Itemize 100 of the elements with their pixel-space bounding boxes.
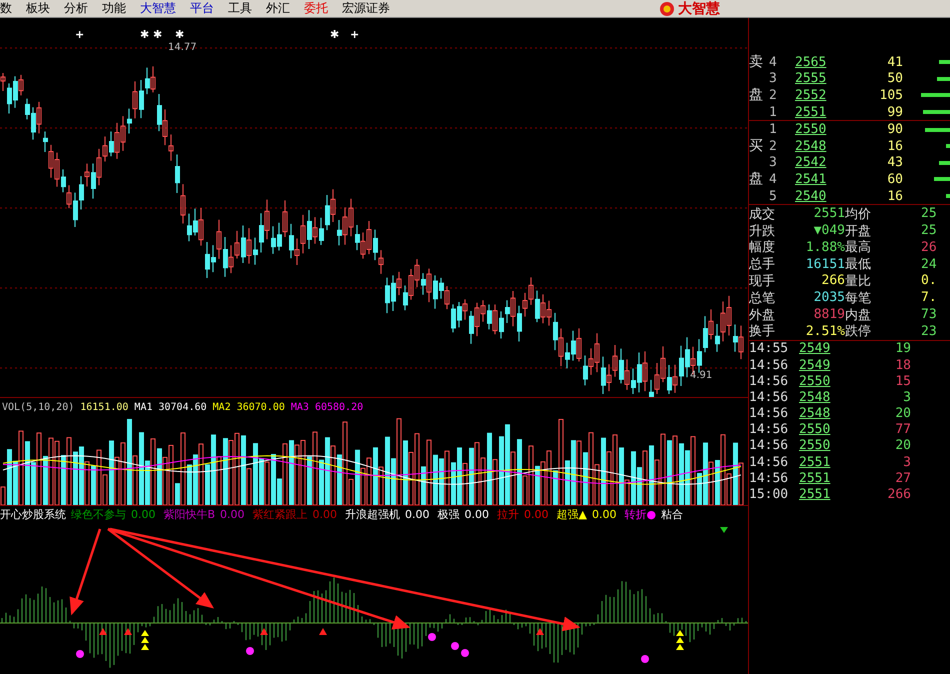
stat-label: 量比 [845, 272, 872, 290]
indicator-label: 超强▲ [556, 507, 588, 522]
level-number: 1 [769, 122, 778, 138]
ask-volume: 99 [886, 104, 903, 120]
menu-item[interactable]: 分析 [64, 0, 88, 17]
bid-price: 2542 [795, 155, 828, 170]
tick-time: 15:00 [749, 487, 790, 502]
tick-volume: 15 [894, 374, 911, 389]
signal-marker: ✱ [153, 28, 162, 41]
signal-marker: + [75, 28, 84, 41]
stat-label: 跌停 [845, 323, 872, 340]
stat-value: 16151 [804, 256, 845, 272]
indicator-value: 0.00 [312, 508, 338, 521]
stat-value: 26 [921, 240, 938, 255]
indicator-label: 转折● [624, 507, 656, 522]
tick-price: 2551 [799, 470, 832, 486]
bid-price: 2541 [795, 172, 828, 187]
menu-item[interactable]: 平台 [190, 0, 214, 17]
indicator-value: 0.00 [592, 508, 617, 521]
volume-legend-text: 60580.20 [314, 402, 364, 412]
volume-legend-text: 30704.60 [158, 402, 207, 412]
menu-item[interactable]: 工具 [228, 0, 252, 17]
signal-marker: ✱ [140, 28, 150, 41]
tick-volume: 27 [894, 470, 911, 486]
level-number: 2 [769, 88, 778, 103]
stat-label: 换手 [749, 323, 776, 340]
indicator-label: 升浪超强机 [345, 507, 400, 522]
menu-item[interactable]: 板块 [26, 0, 50, 17]
indicator-label: 粘合 [661, 507, 684, 522]
low-price-label: 4.91 [690, 370, 712, 381]
indicator-label: 紫红紧跟上 [252, 507, 308, 522]
tick-volume: 3 [902, 454, 911, 470]
indicator-label: 极强 [438, 507, 460, 522]
high-price-label: 14.77 [168, 42, 197, 53]
bid-price: 2548 [795, 138, 828, 154]
menu-item[interactable]: 数 [0, 0, 12, 17]
level-number: 2 [769, 138, 778, 154]
stat-label: 内盘 [845, 306, 872, 324]
stat-value: 8819 [812, 307, 845, 322]
tick-volume: 77 [894, 422, 911, 438]
bid-volume: 90 [886, 122, 903, 138]
tick-price: 2548 [799, 390, 832, 405]
stat-value: 25 [921, 223, 938, 238]
indicator-label: 绿色不参与 [71, 507, 126, 522]
level-number: 3 [769, 155, 778, 170]
level-number: 5 [769, 188, 778, 204]
volume-legend-text: MA1 [134, 402, 152, 412]
indicator-value: 0.00 [131, 508, 156, 521]
stat-label: 每笔 [845, 290, 872, 307]
side-label: 盘 [749, 171, 763, 188]
ask-price: 2551 [795, 104, 828, 120]
side-label: 卖 [749, 54, 763, 70]
stat-value: 73 [921, 307, 938, 322]
stat-label: 总手 [749, 256, 776, 274]
menu-item[interactable]: 外汇 [266, 0, 290, 17]
tick-volume: 20 [894, 438, 911, 454]
menu-item[interactable]: 大智慧 [140, 0, 176, 17]
bid-volume: 16 [886, 138, 903, 154]
stat-value: ▼049 [812, 223, 845, 238]
tick-time: 14:56 [749, 358, 790, 372]
menu-item[interactable]: 功能 [102, 0, 126, 17]
stat-value: 0. [921, 273, 938, 288]
tick-price: 2550 [799, 438, 832, 454]
tick-price: 2549 [799, 341, 832, 356]
indicator-value: 0.00 [464, 508, 490, 521]
tick-time: 14:56 [749, 422, 790, 438]
stat-value: 266 [820, 273, 845, 288]
logo-text: 大智慧 [678, 0, 720, 18]
stat-label: 成交 [749, 206, 776, 223]
stat-value: 2035 [812, 290, 845, 306]
level-number: 1 [769, 104, 778, 120]
level-number: 4 [769, 172, 778, 187]
stat-label: 幅度 [749, 239, 776, 256]
stat-label: 均价 [845, 206, 872, 223]
side-label: 盘 [749, 87, 763, 104]
tick-price: 2548 [799, 406, 832, 422]
stat-label: 最低 [845, 256, 872, 274]
stat-value: 24 [921, 256, 938, 272]
volume-legend-text: MA3 [290, 402, 309, 412]
tick-time: 14:56 [749, 406, 790, 422]
tick-time: 14:56 [749, 470, 790, 486]
tick-time: 14:56 [749, 454, 790, 470]
tick-time: 14:55 [749, 341, 790, 356]
stat-label: 开盘 [845, 222, 872, 240]
bid-volume: 16 [886, 188, 903, 204]
tick-time: 14:56 [749, 438, 790, 454]
tick-price: 2551 [799, 487, 832, 502]
stat-value: 25 [921, 206, 938, 222]
tick-price: 2549 [799, 358, 832, 372]
indicator-value: 0.00 [220, 508, 245, 521]
stat-value: 2.51% [804, 324, 845, 339]
tick-volume: 266 [886, 487, 911, 502]
volume-legend-text: 16151.00 [80, 402, 128, 412]
stat-value: 7. [921, 290, 938, 306]
tick-volume: 20 [894, 406, 911, 422]
menu-item[interactable]: 宏源证券 [342, 0, 390, 17]
indicator-value: 0.00 [405, 508, 430, 521]
signal-marker: ✱ [330, 28, 340, 41]
tick-time: 14:56 [749, 390, 790, 405]
level-number: 3 [769, 71, 778, 86]
